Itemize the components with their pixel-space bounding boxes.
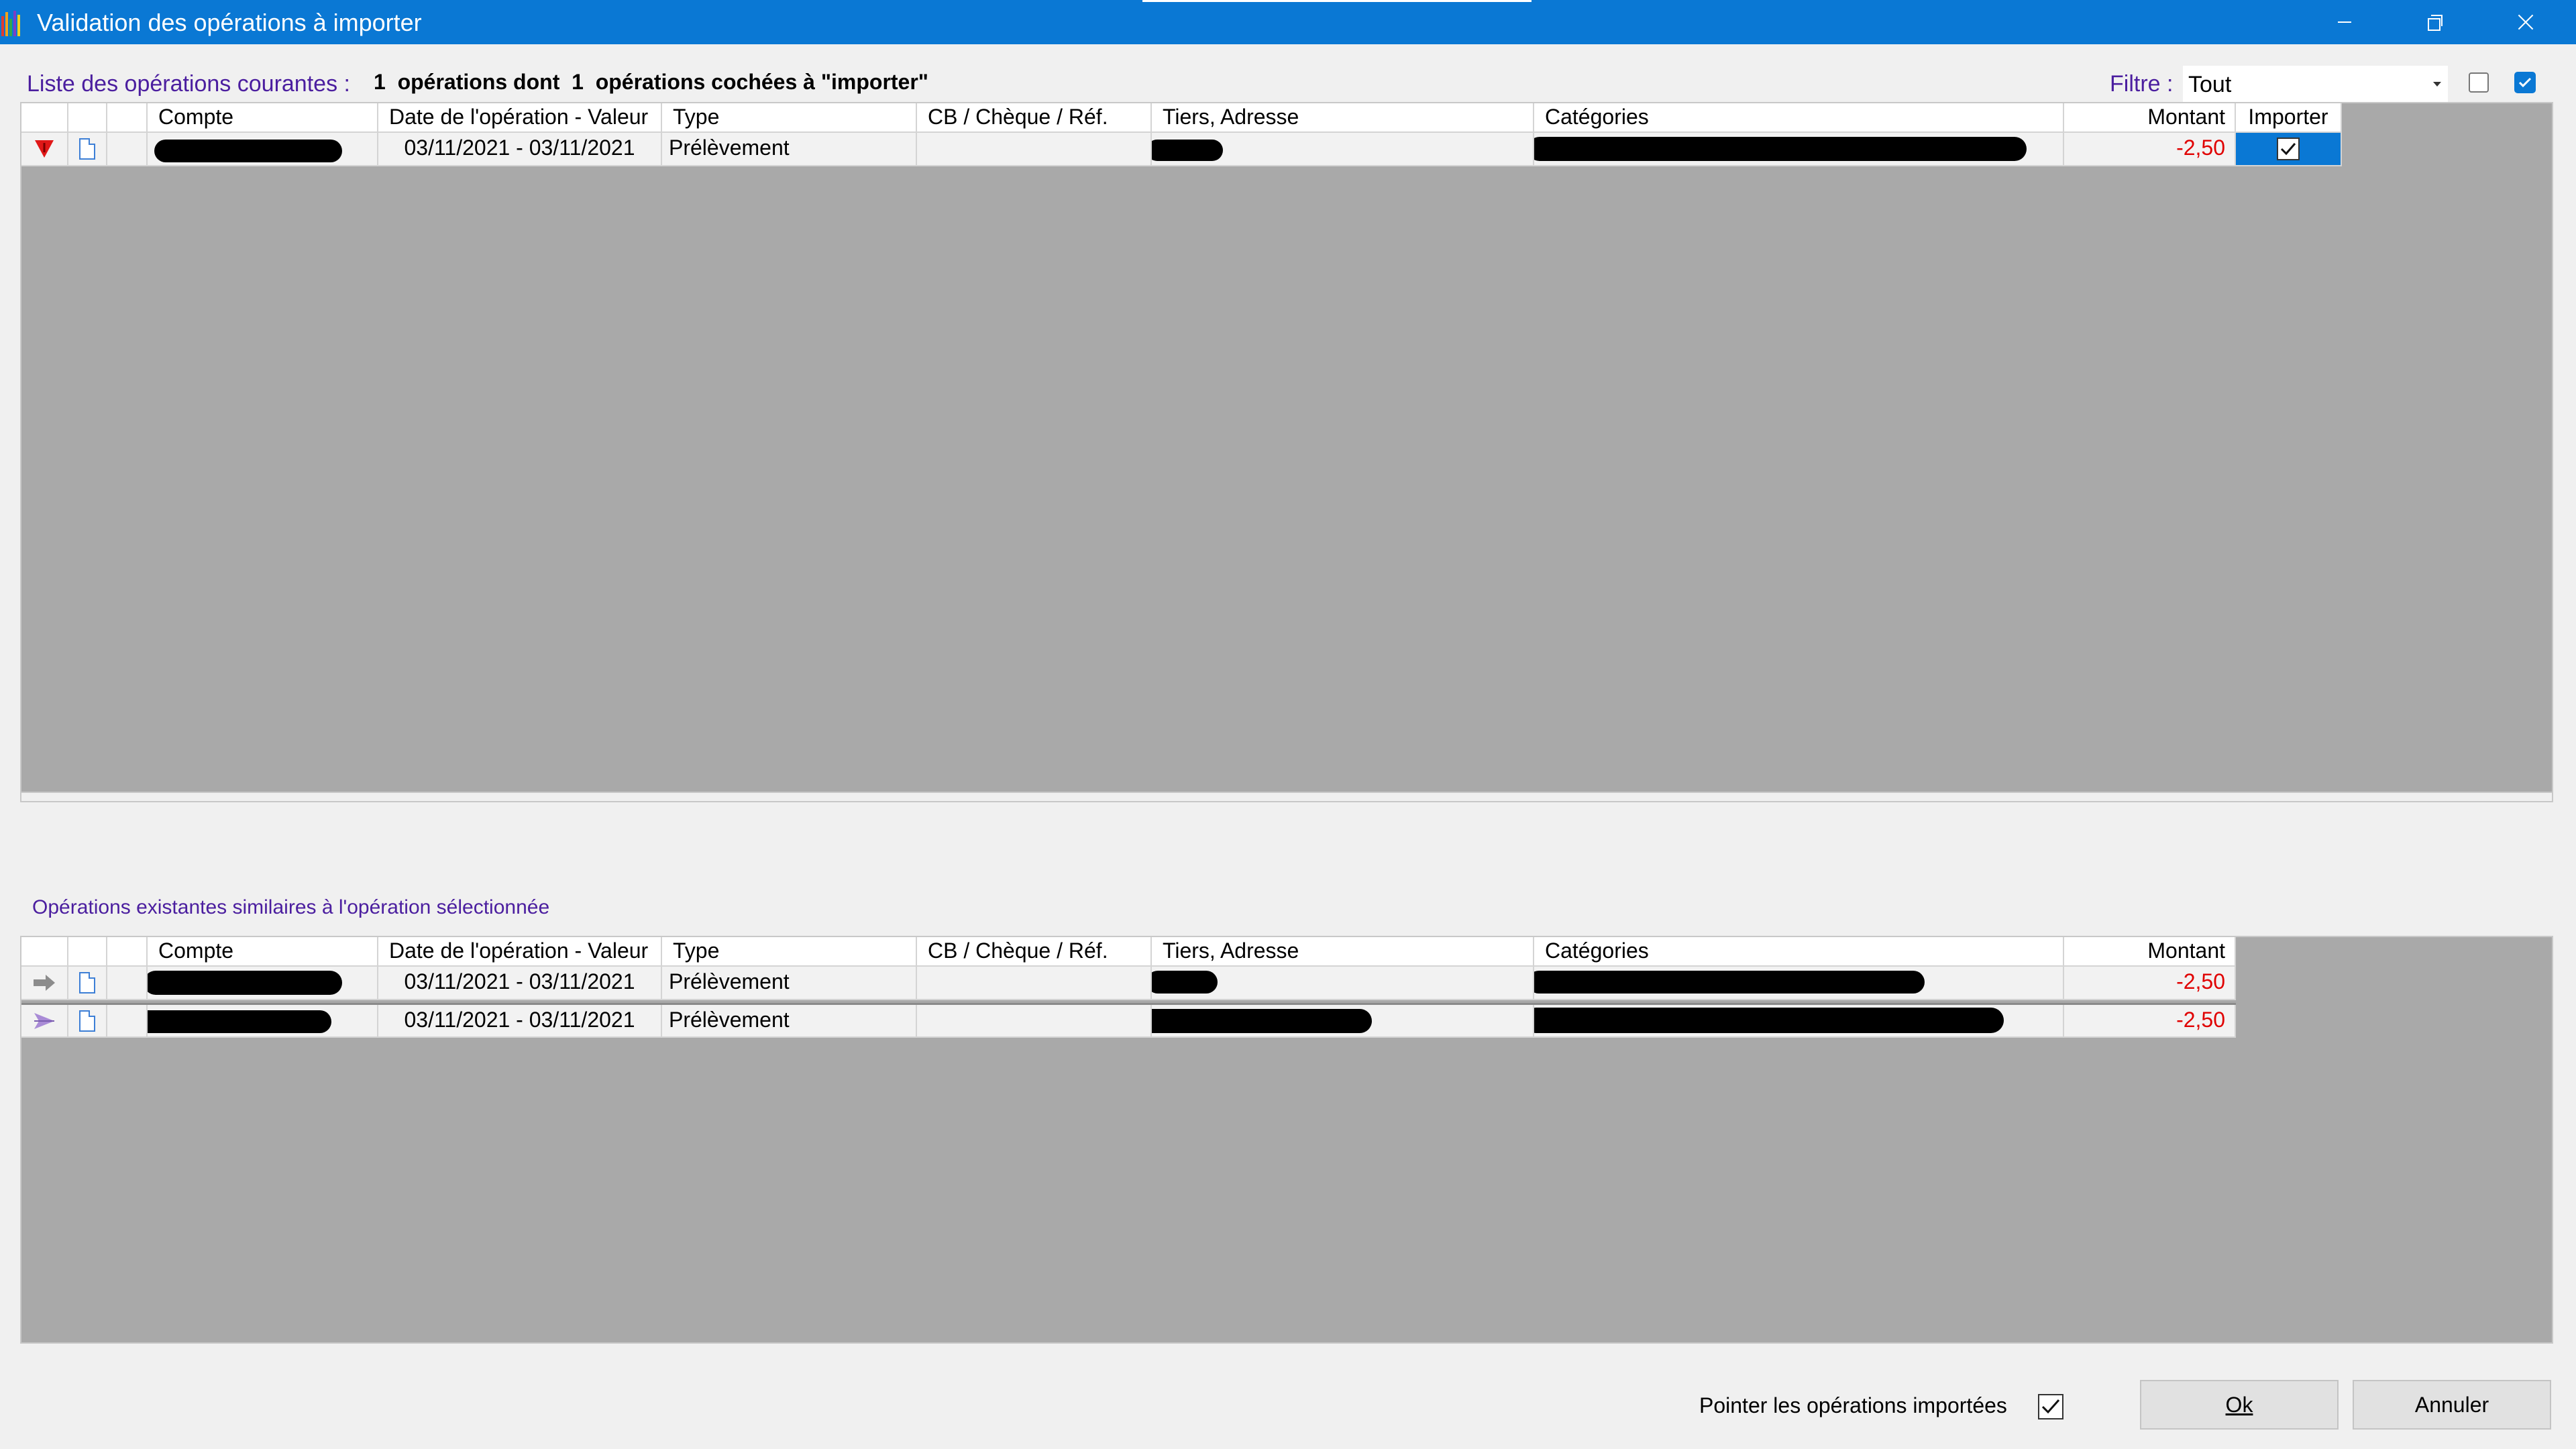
column-header-cb[interactable]: CB / Chèque / Réf. <box>917 103 1152 133</box>
filter-select[interactable]: Tout <box>2183 66 2448 102</box>
type-cell: Prélèvement <box>662 133 917 166</box>
date-cell: 03/11/2021 - 03/11/2021 <box>378 1005 662 1038</box>
redaction-mark <box>1534 137 2027 161</box>
table-row[interactable]: 03/11/2021 - 03/11/2021 Prélèvement -2,5… <box>21 133 2342 166</box>
current-list-label: Liste des opérations courantes : <box>27 71 350 97</box>
title-bar: Validation des opérations à importer <box>0 0 2576 44</box>
window-title: Validation des opérations à importer <box>37 9 422 36</box>
redaction-mark <box>1152 971 1218 994</box>
amount-cell: -2,50 <box>2064 967 2236 1000</box>
current-operations-grid[interactable]: Compte Date de l'opération - Valeur Type… <box>20 102 2553 802</box>
chevron-down-icon <box>2433 82 2441 87</box>
pointer-label: Pointer les opérations importées <box>1699 1393 2007 1417</box>
pointer-checkbox[interactable] <box>2038 1394 2063 1419</box>
purple-pennant-icon <box>21 1005 68 1038</box>
checkmark-icon <box>2280 143 2296 156</box>
checkmark-icon <box>2041 1399 2060 1414</box>
header-icon-col <box>68 103 107 133</box>
categories-cell <box>1534 133 2064 166</box>
column-header-date[interactable]: Date de l'opération - Valeur <box>378 103 662 133</box>
header-icon-col <box>21 937 68 967</box>
grid-bottom-strip <box>21 792 2552 801</box>
column-header-montant[interactable]: Montant <box>2064 103 2236 133</box>
column-header-importer[interactable]: Importer <box>2236 103 2342 133</box>
close-button[interactable] <box>2482 0 2569 44</box>
header-icon-col <box>107 937 148 967</box>
header-icon-col <box>68 937 107 967</box>
cb-cell <box>917 133 1152 166</box>
redaction-mark <box>1152 140 1223 161</box>
ok-button-label: Ok <box>2225 1392 2253 1417</box>
ok-button[interactable]: Ok <box>2140 1380 2339 1430</box>
import-checkbox-cell[interactable] <box>2236 133 2342 166</box>
redaction-mark <box>1534 971 1925 994</box>
type-cell: Prélèvement <box>662 1005 917 1038</box>
empty-cell <box>107 1005 148 1038</box>
amount-cell: -2,50 <box>2064 1005 2236 1038</box>
column-header-tiers[interactable]: Tiers, Adresse <box>1152 937 1534 967</box>
compte-cell <box>148 133 378 166</box>
tiers-cell <box>1152 133 1534 166</box>
type-cell: Prélèvement <box>662 967 917 1000</box>
column-header-type[interactable]: Type <box>662 937 917 967</box>
column-header-cb[interactable]: CB / Chèque / Réf. <box>917 937 1152 967</box>
amount-cell: -2,50 <box>2064 133 2236 166</box>
column-header-montant[interactable]: Montant <box>2064 937 2236 967</box>
column-header-type[interactable]: Type <box>662 103 917 133</box>
filter-value: Tout <box>2188 72 2232 97</box>
column-header-compte[interactable]: Compte <box>148 103 378 133</box>
minimize-icon <box>2338 21 2351 23</box>
gray-arrow-right-icon <box>21 967 68 1000</box>
document-icon[interactable] <box>68 133 107 166</box>
empty-cell <box>107 967 148 1000</box>
import-checkbox[interactable] <box>2277 138 2300 160</box>
categories-cell <box>1534 1005 2064 1038</box>
cancel-button[interactable]: Annuler <box>2353 1380 2551 1430</box>
redaction-mark <box>148 1010 331 1033</box>
app-icon[interactable] <box>1 9 34 36</box>
cancel-button-label: Annuler <box>2414 1392 2489 1417</box>
header-icon-col <box>21 103 68 133</box>
similar-operations-label: Opérations existantes similaires à l'opé… <box>32 896 550 918</box>
redaction-mark <box>1534 1008 2004 1033</box>
column-header-compte[interactable]: Compte <box>148 937 378 967</box>
cb-cell <box>917 967 1152 1000</box>
table-row[interactable]: 03/11/2021 - 03/11/2021 Prélèvement -2,5… <box>21 1003 2236 1038</box>
compte-cell <box>148 1005 378 1038</box>
restore-icon <box>2428 15 2443 31</box>
date-cell: 03/11/2021 - 03/11/2021 <box>378 967 662 1000</box>
cb-cell <box>917 1005 1152 1038</box>
redaction-mark <box>148 971 342 995</box>
table-row[interactable]: 03/11/2021 - 03/11/2021 Prélèvement -2,5… <box>21 967 2236 1000</box>
tiers-cell <box>1152 967 1534 1000</box>
tiers-cell <box>1152 1005 1534 1038</box>
select-none-checkbox[interactable] <box>2469 72 2489 93</box>
compte-cell <box>148 967 378 1000</box>
redaction-mark <box>154 140 342 162</box>
header-icon-col <box>107 103 148 133</box>
grid-header: Compte Date de l'opération - Valeur Type… <box>21 937 2236 967</box>
red-down-triangle-icon <box>21 133 68 166</box>
redaction-mark <box>1152 1009 1372 1033</box>
restore-button[interactable] <box>2392 0 2479 44</box>
date-cell: 03/11/2021 - 03/11/2021 <box>378 133 662 166</box>
filter-label: Filtre : <box>2110 71 2174 97</box>
column-header-tiers[interactable]: Tiers, Adresse <box>1152 103 1534 133</box>
column-header-date[interactable]: Date de l'opération - Valeur <box>378 937 662 967</box>
minimize-button[interactable] <box>2301 0 2388 44</box>
document-icon[interactable] <box>68 1005 107 1038</box>
grid-header: Compte Date de l'opération - Valeur Type… <box>21 103 2342 133</box>
close-icon <box>2518 14 2534 30</box>
title-accent-line <box>1142 0 1532 2</box>
similar-operations-grid[interactable]: Compte Date de l'opération - Valeur Type… <box>20 936 2553 1344</box>
current-list-summary: 1 opérations dont 1 opérations cochées à… <box>374 70 928 94</box>
column-header-categories[interactable]: Catégories <box>1534 937 2064 967</box>
categories-cell <box>1534 967 2064 1000</box>
empty-cell <box>107 133 148 166</box>
select-all-checkbox[interactable] <box>2514 72 2536 93</box>
column-header-categories[interactable]: Catégories <box>1534 103 2064 133</box>
checkmark-icon <box>2518 77 2532 88</box>
document-icon[interactable] <box>68 967 107 1000</box>
